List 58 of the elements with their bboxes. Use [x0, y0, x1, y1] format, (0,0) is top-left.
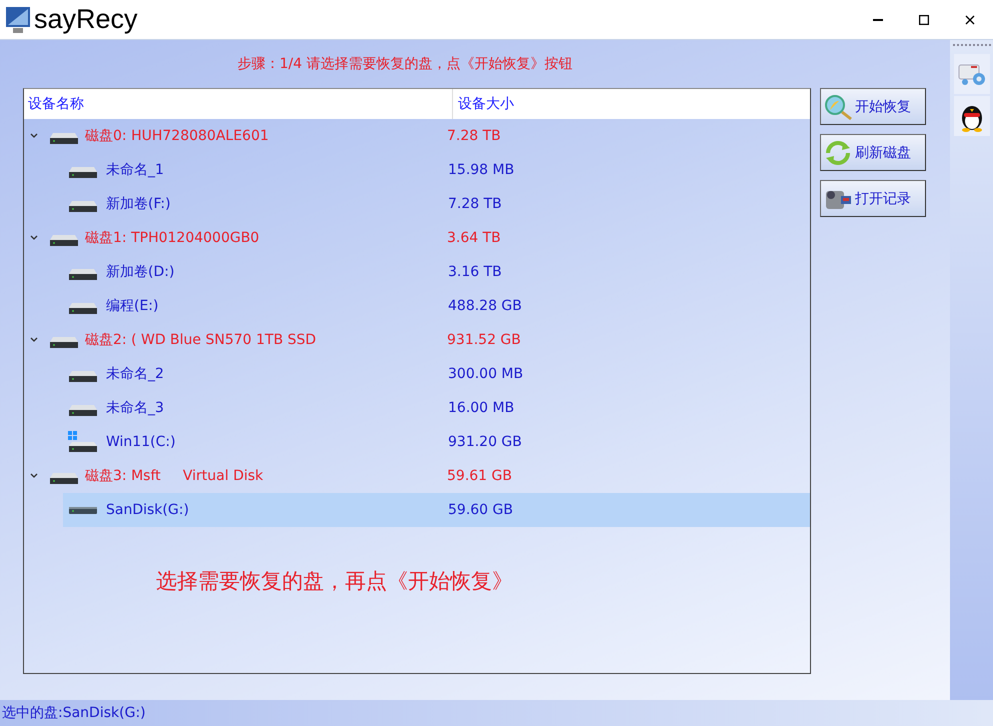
disk-size: 7.28 TB [447, 128, 501, 144]
drive-icon [49, 133, 79, 144]
drive-icon [49, 473, 79, 484]
partition-name: 未命名_2 [106, 365, 165, 383]
monitor-icon [4, 4, 32, 34]
magnifier-icon [823, 92, 853, 120]
disk-size: 59.61 GB [447, 468, 512, 484]
partition-name: 新加卷(F:) [106, 195, 172, 213]
partition-name: 新加卷(D:) [106, 263, 176, 281]
partition-row[interactable]: 未命名_2 300.00 MB [24, 357, 810, 391]
partition-row[interactable]: 未命名_1 15.98 MB [24, 153, 810, 187]
drive-icon [68, 405, 98, 416]
maximize-icon [919, 14, 929, 24]
partition-size: 300.00 MB [448, 366, 524, 382]
partition-size: 488.28 GB [448, 298, 522, 314]
refresh-icon [823, 138, 853, 166]
windows-drive-icon [68, 431, 98, 453]
disk-size: 931.52 GB [447, 332, 521, 348]
window-title: sayRecy [34, 4, 138, 35]
partition-name: 未命名_3 [106, 399, 165, 417]
partition-row[interactable]: 新加卷(F:) 7.28 TB [24, 187, 810, 221]
disk-name: 磁盘1: TPH01204000GB0 [85, 229, 260, 247]
column-header[interactable]: 设备名称 [24, 89, 453, 119]
partition-size: 15.98 MB [448, 162, 514, 178]
partition-name: SanDisk(G:) [106, 502, 190, 518]
disk-name: 磁盘0: HUH728080ALE601 [85, 127, 270, 145]
drive-icon [68, 269, 98, 280]
toolbar-button[interactable]: 打开记录 [820, 180, 926, 217]
minimize-icon [873, 18, 883, 20]
status-bar: 选中的盘:SanDisk(G:) [0, 700, 993, 726]
disk-name: 磁盘3: Msft Virtual Disk [85, 467, 264, 485]
column-header[interactable]: 设备大小 [453, 89, 514, 119]
hint-text: 选择需要恢复的盘，再点《开始恢复》 [156, 568, 514, 595]
partition-size: 7.28 TB [448, 196, 502, 212]
partition-size: 931.20 GB [448, 434, 522, 450]
partition-size: 16.00 MB [448, 400, 514, 416]
close-icon [965, 14, 975, 24]
drive-icon [68, 201, 98, 212]
drive-icon [49, 337, 79, 348]
partition-name: 编程(E:) [106, 297, 160, 315]
partition-row[interactable]: 新加卷(D:) 3.16 TB [24, 255, 810, 289]
drive-icon [68, 303, 98, 314]
partition-size: 3.16 TB [448, 264, 502, 280]
partition-row[interactable]: 编程(E:) 488.28 GB [24, 289, 810, 323]
side-tool-button[interactable] [954, 96, 990, 136]
drive-icon [68, 371, 98, 382]
drive-icon [68, 167, 98, 178]
partition-name: 未命名_1 [106, 161, 165, 179]
toolbar-button[interactable]: 刷新磁盘 [820, 134, 926, 171]
partition-size: 59.60 GB [448, 502, 513, 518]
partition-row[interactable]: Win11(C:) 931.20 GB [24, 425, 810, 459]
partition-row[interactable]: 未命名_3 16.00 MB [24, 391, 810, 425]
drive-icon [49, 235, 79, 246]
disk-size: 3.64 TB [447, 230, 501, 246]
step-instruction: 步骤：1/4 请选择需要恢复的盘，点《开始恢复》按钮 [236, 55, 574, 74]
partition-name: Win11(C:) [106, 434, 177, 450]
toolbar-button[interactable]: 开始恢复 [820, 88, 926, 125]
disk-name: 磁盘2: ( WD Blue SN570 1TB SSD [85, 331, 318, 349]
